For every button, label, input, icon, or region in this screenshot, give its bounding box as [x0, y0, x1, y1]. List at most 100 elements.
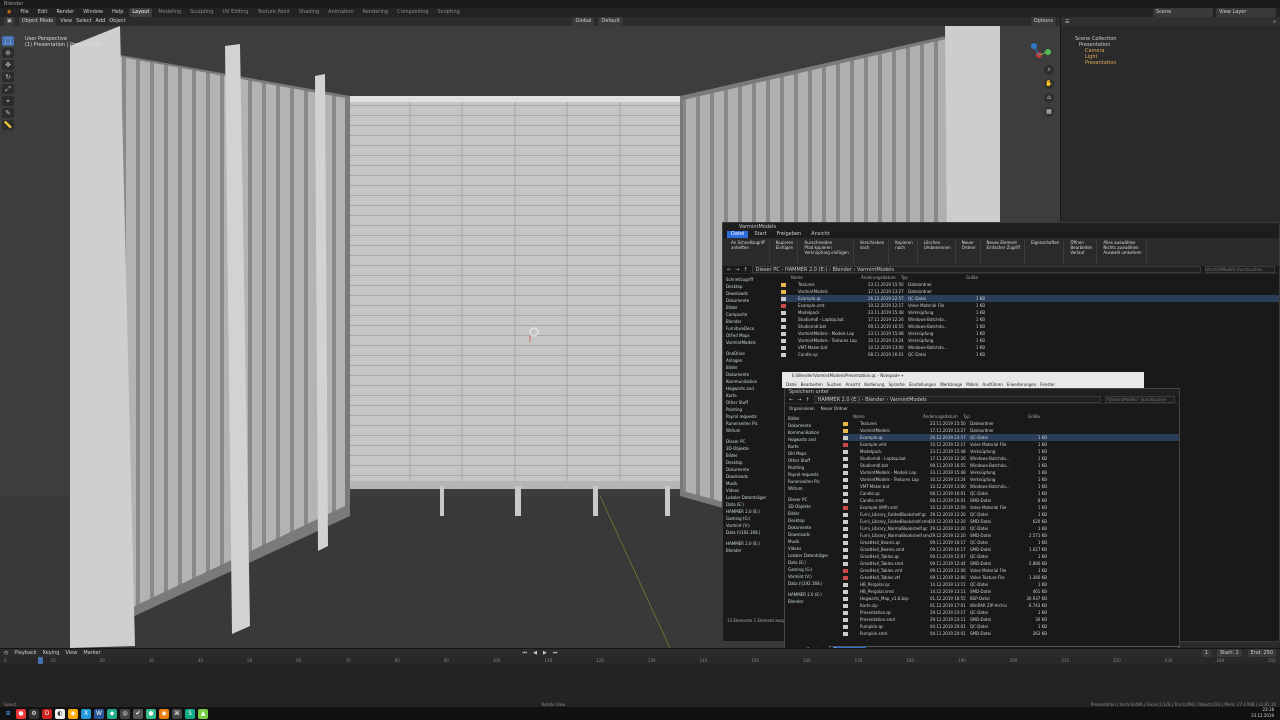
menu-render[interactable]: Render	[53, 8, 77, 17]
file-row[interactable]: GreatHall_Tables.vtf 09.11.2019 12:06 Valv…	[843, 574, 1179, 581]
select-box-tool-icon[interactable]: ⬚	[2, 36, 14, 46]
file-row[interactable]: Example.qc 26.12.2019 22:57 QC-Datei 1 KB	[781, 295, 1279, 302]
up-arrow-icon[interactable]: ↑	[805, 397, 809, 403]
nav-item[interactable]: FurnitureDeco	[726, 325, 778, 332]
file-row[interactable]: Modelpack 23.11.2019 15:48 Verknüpfung 1 KB	[781, 309, 1279, 316]
new-folder-button[interactable]: Neuer Ordner	[821, 406, 848, 411]
file-row[interactable]: Studiomdl.bat 09.11.2019 16:55 Windows-Bat…	[781, 323, 1279, 330]
menu-select[interactable]: Select	[76, 17, 91, 26]
file-row[interactable]: Candle.qc 08.11.2019 16:01 QC-Datei 1 KB	[781, 351, 1279, 358]
start-frame[interactable]: Start: 1	[1217, 649, 1242, 657]
nav-item[interactable]: Bilder	[726, 364, 778, 371]
nav-item[interactable]: Musik	[788, 538, 840, 545]
notepadpp-menu-item[interactable]: Einstellungen	[909, 382, 936, 387]
workspace-tab-texture-paint[interactable]: Texture Paint	[255, 8, 293, 17]
ribbon-command[interactable]: nach	[895, 245, 913, 250]
menu-file[interactable]: File	[17, 8, 31, 17]
taskbar-app-icon[interactable]: W	[94, 708, 104, 719]
col-type[interactable]: Typ	[901, 274, 956, 281]
file-row[interactable]: Example.qc 26.12.2019 22:57 QC-Datei 1 KB	[843, 434, 1179, 441]
file-row[interactable]: Presentation.smd 29.12.2019 23:11 SMD-Date…	[843, 616, 1179, 623]
taskbar-app-icon[interactable]: ●	[146, 708, 156, 719]
outliner-search-icon[interactable]: ⌕	[1273, 19, 1276, 25]
breadcrumb-segment[interactable]: VarmintModels	[890, 397, 927, 403]
file-row[interactable]: Presentation.qc 29.12.2019 23:17 QC-Datei 1…	[843, 609, 1179, 616]
nav-item[interactable]: Other Stuff	[726, 399, 778, 406]
nav-item[interactable]: Dokumente	[726, 466, 778, 473]
taskbar-app-icon[interactable]: ◎	[120, 708, 130, 719]
file-row[interactable]: Hogwarts_Map_v1.6.bsp 01.12.2019 16:55 BSP…	[843, 595, 1179, 602]
breadcrumb-segment[interactable]: VarmintModels	[857, 267, 894, 273]
ribbon-command[interactable]: nach	[860, 245, 884, 250]
breadcrumb-segment[interactable]: Blender	[832, 267, 851, 273]
mode-selector[interactable]: Object Mode	[18, 17, 57, 26]
nav-item[interactable]: Dokumente	[726, 371, 778, 378]
windows-start-icon[interactable]: ⊞	[3, 709, 13, 719]
explorer-breadcrumb[interactable]: Dieser PC › HAMMER 2.0 (E:) › Blender › …	[751, 266, 1201, 273]
perspective-toggle-icon[interactable]: ▦	[1044, 107, 1054, 117]
file-row[interactable]: VMT-Maker.bat 10.12.2019 13:00 Windows-Bat…	[781, 344, 1279, 351]
file-row[interactable]: Furni_Library_NormalBookshelf.qc 29.12.20…	[843, 525, 1179, 532]
notepadpp-menu-item[interactable]: Sprache	[889, 382, 905, 387]
breadcrumb-segment[interactable]: Dieser PC	[756, 267, 780, 273]
workspace-tab-sculpting[interactable]: Sculpting	[187, 8, 216, 17]
nav-item[interactable]: Gaming (G:)	[726, 515, 778, 522]
file-row[interactable]: GreatHall_Tables.smd 09.11.2019 12:44 SMD-…	[843, 560, 1179, 567]
file-row[interactable]: Furni_Library_FoldedBookshelf.smd 29.12.2…	[843, 518, 1179, 525]
nav-item[interactable]: Writum	[788, 485, 840, 492]
nav-item[interactable]: Painting	[726, 406, 778, 413]
nav-item[interactable]: Data (\\192.168.)	[788, 580, 840, 587]
nav-item[interactable]: Downloads	[788, 531, 840, 538]
play-reverse-icon[interactable]: ◀	[533, 649, 537, 657]
annotate-tool-icon[interactable]: ✎	[2, 108, 14, 118]
taskbar-app-icon[interactable]: ▲	[198, 708, 208, 719]
nav-item[interactable]: HAMMER 2.0 (E:)	[788, 591, 840, 598]
options-button[interactable]: Options	[1030, 17, 1056, 26]
taskbar-app-icon[interactable]: O	[42, 708, 52, 719]
notepadpp-menu-item[interactable]: Bearbeiten	[801, 382, 823, 387]
taskbar-app-icon[interactable]: X	[81, 708, 91, 719]
menu-edit[interactable]: Edit	[35, 8, 51, 17]
nav-item[interactable]: Desktop	[726, 459, 778, 466]
nav-item[interactable]: Composite	[726, 311, 778, 318]
nav-item[interactable]: Downloads	[726, 290, 778, 297]
nav-item[interactable]: Writum	[726, 427, 778, 434]
outliner-filter-icon[interactable]: ☰	[1065, 19, 1069, 25]
scale-tool-icon[interactable]: ⤢	[2, 84, 14, 94]
timeline-menu-marker[interactable]: Marker	[83, 649, 100, 657]
breadcrumb-segment[interactable]: HAMMER 2.0 (E:)	[785, 267, 827, 273]
workspace-tab-layout[interactable]: Layout	[129, 8, 153, 17]
ribbon-command[interactable]: Einfacher Zugriff	[987, 245, 1020, 250]
file-row[interactable]: Candle.smd 08.11.2019 16:01 SMD-Datei 8 KB	[843, 497, 1179, 504]
file-row[interactable]: Textures 23.11.2019 15:50 Dateiordner	[843, 420, 1179, 427]
menu-window[interactable]: Window	[80, 8, 106, 17]
file-row[interactable]: Studiomdl - Laptop.bat 17.11.2019 12:26 Wi…	[843, 455, 1179, 462]
nav-item[interactable]: Videos	[726, 487, 778, 494]
workspace-tab-uv-editing[interactable]: UV Editing	[219, 8, 251, 17]
file-row[interactable]: VarmintModels - Textures Lap 10.12.2019 1…	[781, 337, 1279, 344]
end-frame[interactable]: End: 250	[1247, 649, 1276, 657]
notepadpp-menu-item[interactable]: Fenster	[1040, 382, 1055, 387]
back-arrow-icon[interactable]: ←	[727, 267, 731, 273]
file-row[interactable]: Example (IMP).vmt 10.12.2019 12:59 Valve M…	[843, 504, 1179, 511]
nav-item[interactable]: Other Stuff	[788, 457, 840, 464]
nav-item[interactable]: Hogwarts and	[788, 436, 840, 443]
taskbar-app-icon[interactable]: ◆	[107, 708, 117, 719]
nav-item[interactable]: Payrol requests	[726, 413, 778, 420]
nav-item[interactable]: Data (\\192.168.)	[726, 529, 778, 536]
menu-help[interactable]: Help	[109, 8, 126, 17]
ribbon-tab-start[interactable]: Start	[750, 231, 770, 238]
breadcrumb-segment[interactable]: Blender	[865, 397, 884, 403]
jump-start-icon[interactable]: ⏮	[523, 649, 528, 657]
notepadpp-menu-item[interactable]: Suchen	[827, 382, 842, 387]
taskbar-app-icon[interactable]: ●	[16, 708, 26, 719]
nav-item[interactable]: Karte	[788, 443, 840, 450]
nav-item[interactable]: HAMMER 2.0 (E:)	[726, 540, 778, 547]
orientation-selector[interactable]: Global	[572, 17, 595, 26]
measure-tool-icon[interactable]: 📏	[2, 120, 14, 130]
taskbar-app-icon[interactable]: ◉	[159, 708, 169, 719]
file-row[interactable]: VarmintModels - Textures Lap 10.12.2019 1…	[843, 476, 1179, 483]
nav-item[interactable]: Kommunikation	[788, 429, 840, 436]
nav-item[interactable]: Karte	[726, 392, 778, 399]
col-type[interactable]: Typ	[963, 413, 1018, 420]
